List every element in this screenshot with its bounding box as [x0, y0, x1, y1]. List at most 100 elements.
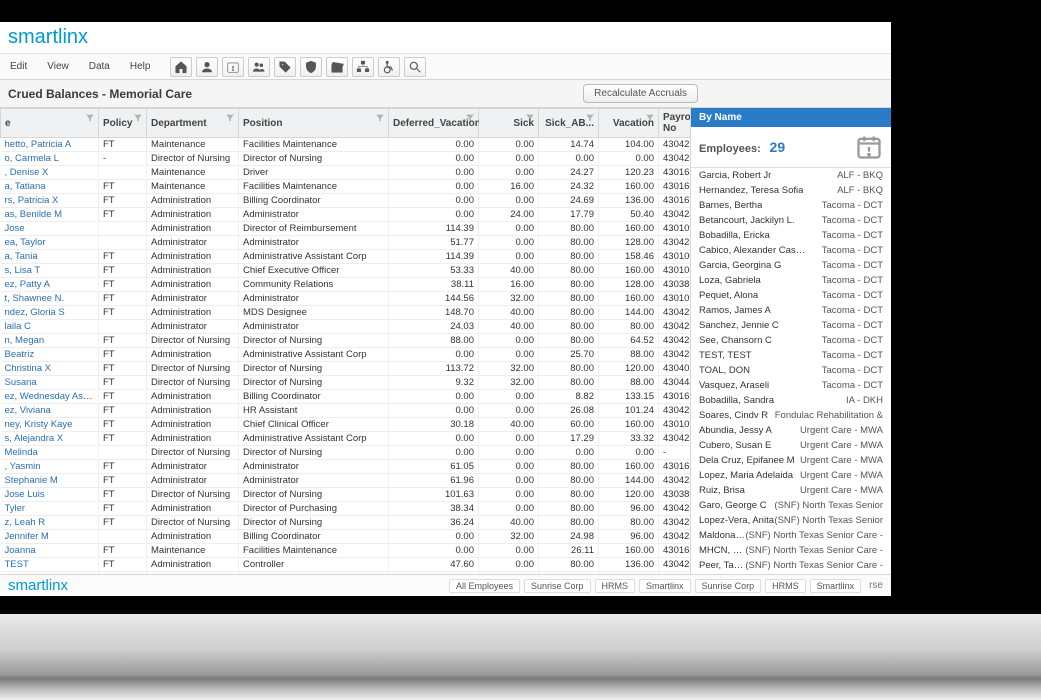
orgchart-icon[interactable] [352, 57, 374, 77]
list-item[interactable]: Ramos, James ATacoma - DCT [691, 303, 891, 318]
list-item[interactable]: Cubero, Susan EUrgent Care - MWA [691, 438, 891, 453]
table-row[interactable]: TESTFTAdministrationController47.600.008… [1, 558, 692, 572]
employee-link[interactable]: Jennifer M [5, 531, 49, 542]
employee-link[interactable]: ndez, Gloria S [5, 307, 65, 318]
employee-link[interactable]: Susana [5, 377, 37, 388]
table-row[interactable]: Jose LuisFTDirector of NursingDirector o… [1, 488, 692, 502]
table-row[interactable]: JoannaFTMaintenanceFacilities Maintenanc… [1, 544, 692, 558]
list-item[interactable]: Bobadilla, ErickaTacoma - DCT [691, 228, 891, 243]
filter-icon[interactable] [85, 113, 95, 123]
list-item[interactable]: TOAL, DONTacoma - DCT [691, 363, 891, 378]
table-row[interactable]: a, TaniaFTAdministrationAdministrative A… [1, 250, 692, 264]
employee-link[interactable]: TEST [5, 559, 29, 570]
employee-link[interactable]: s, Alejandra X [5, 433, 64, 444]
list-item[interactable]: Barnes, BerthaTacoma - DCT [691, 198, 891, 213]
list-item[interactable]: Abundia, Jessy AUrgent Care - MWA [691, 423, 891, 438]
crumb[interactable]: All Employees [449, 579, 520, 593]
employee-link[interactable]: a, Tatiana [5, 181, 46, 192]
col-position[interactable]: Position [239, 109, 389, 138]
employee-link[interactable]: a, Tania [5, 251, 38, 262]
col-vacation[interactable]: Vacation [599, 109, 659, 138]
table-row[interactable]: Christina XFTDirector of NursingDirector… [1, 362, 692, 376]
table-row[interactable]: rs, Patricia XFTAdministrationBilling Co… [1, 194, 692, 208]
employee-link[interactable]: ney, Kristy Kaye [5, 419, 73, 430]
list-item[interactable]: MHCN, CCO(SNF) North Texas Senior Care - [691, 543, 891, 558]
employee-link[interactable]: n, Megan [5, 335, 45, 346]
col-policy[interactable]: Policy [99, 109, 147, 138]
filter-icon[interactable] [133, 113, 143, 123]
table-row[interactable]: laila CAdministratorAdministrator24.0340… [1, 320, 692, 334]
list-item[interactable]: Garo, George C(SNF) North Texas Senior [691, 498, 891, 513]
menu-view[interactable]: View [37, 54, 79, 80]
col-payroll[interactable]: Payroll No [659, 109, 692, 138]
table-row[interactable]: BeatrizFTAdministrationAdministrative As… [1, 348, 692, 362]
menu-data[interactable]: Data [79, 54, 120, 80]
crumb[interactable]: HRMS [595, 579, 636, 593]
list-item[interactable]: Vasquez, AraseliTacoma - DCT [691, 378, 891, 393]
employee-link[interactable]: , Denise X [5, 167, 49, 178]
employee-link[interactable]: ez, Wednesday Ashlyn [5, 391, 99, 402]
filter-icon[interactable] [465, 113, 475, 123]
list-item[interactable]: Lopez-Vera, Anita(SNF) North Texas Senio… [691, 513, 891, 528]
employee-link[interactable]: z, Leah R [5, 517, 46, 528]
calendar-alert-icon[interactable] [222, 57, 244, 77]
col-sick[interactable]: Sick [479, 109, 539, 138]
employee-link[interactable]: ez, Patty A [5, 279, 50, 290]
table-row[interactable]: ney, Kristy KayeFTAdministrationChief Cl… [1, 418, 692, 432]
table-row[interactable]: s, Lisa TFTAdministrationChief Executive… [1, 264, 692, 278]
side-tab-by-name[interactable]: By Name [691, 108, 891, 127]
filter-icon[interactable] [585, 113, 595, 123]
table-row[interactable]: o, Carmela L-Director of NursingDirector… [1, 152, 692, 166]
table-row[interactable]: s, Alejandra XFTAdministrationAdministra… [1, 432, 692, 446]
list-item[interactable]: Dela Cruz, Epifanee MUrgent Care - MWA [691, 453, 891, 468]
employee-link[interactable]: s, Lisa T [5, 265, 41, 276]
home-icon[interactable] [170, 57, 192, 77]
table-row[interactable]: ez, VivianaFTAdministrationHR Assistant0… [1, 404, 692, 418]
employee-link[interactable]: rs, Patricia X [5, 195, 59, 206]
employee-link[interactable]: t, Shawnee N. [5, 293, 65, 304]
employee-link[interactable]: Jose Luis [5, 489, 45, 500]
list-item[interactable]: Sanchez, Jennie CTacoma - DCT [691, 318, 891, 333]
employee-link[interactable]: Joanna [5, 545, 36, 556]
table-row[interactable]: Jennifer MAdministrationBilling Coordina… [1, 530, 692, 544]
filter-icon[interactable] [645, 113, 655, 123]
table-row[interactable]: MelindaDirector of NursingDirector of Nu… [1, 446, 692, 460]
employee-link[interactable]: Tyler [5, 503, 26, 514]
list-item[interactable]: Betancourt, Jackilyn L.Tacoma - DCT [691, 213, 891, 228]
table-row[interactable]: z, Leah RFTDirector of NursingDirector o… [1, 516, 692, 530]
employee-link[interactable]: o, Carmela L [5, 153, 59, 164]
table-row[interactable]: as, Benilde MFTAdministrationAdministrat… [1, 208, 692, 222]
crumb[interactable]: Sunrise Corp [695, 579, 762, 593]
wheelchair-icon[interactable] [378, 57, 400, 77]
employee-link[interactable]: Christina X [5, 363, 51, 374]
tag-icon[interactable] [274, 57, 296, 77]
shield-icon[interactable] [300, 57, 322, 77]
employee-link[interactable]: Melinda [5, 447, 38, 458]
employee-link[interactable]: Beatriz [5, 349, 35, 360]
list-item[interactable]: Pequet, AlonaTacoma - DCT [691, 288, 891, 303]
crumb[interactable]: HRMS [765, 579, 806, 593]
col-defvac[interactable]: Deferred_Vacation [389, 109, 479, 138]
menu-edit[interactable]: Edit [0, 54, 37, 80]
col-department[interactable]: Department [147, 109, 239, 138]
list-item[interactable]: Hernandez, Teresa SofiaALF - BKQ [691, 183, 891, 198]
list-item[interactable]: See, Chansorn CTacoma - DCT [691, 333, 891, 348]
filter-icon[interactable] [375, 113, 385, 123]
table-row[interactable]: ea, TaylorAdministratorAdministrator51.7… [1, 236, 692, 250]
crumb[interactable]: Smartlinx [639, 579, 691, 593]
list-item[interactable]: Cabico, Alexander CasabarTacoma - DCT [691, 243, 891, 258]
menu-help[interactable]: Help [120, 54, 161, 80]
employee-link[interactable]: as, Benilde M [5, 209, 63, 220]
list-item[interactable]: Peer, Tawni(SNF) North Texas Senior Care… [691, 558, 891, 573]
employee-link[interactable]: Stephanie M [5, 475, 58, 486]
table-row[interactable]: , Denise XMaintenanceDriver0.000.0024.27… [1, 166, 692, 180]
list-item[interactable]: Garcia, Robert JrALF - BKQ [691, 168, 891, 183]
employee-link[interactable]: hetto, Patricia A [5, 139, 72, 150]
employee-link[interactable]: ez, Viviana [5, 405, 51, 416]
table-row[interactable]: hetto, Patricia AFTMaintenanceFacilities… [1, 138, 692, 152]
clapper-icon[interactable] [326, 57, 348, 77]
table-row[interactable]: ez, Patty AFTAdministrationCommunity Rel… [1, 278, 692, 292]
list-item[interactable]: Garcia, Georgina GTacoma - DCT [691, 258, 891, 273]
table-row[interactable]: ndez, Gloria SFTAdministrationMDS Design… [1, 306, 692, 320]
list-item[interactable]: TEST, TESTTacoma - DCT [691, 348, 891, 363]
